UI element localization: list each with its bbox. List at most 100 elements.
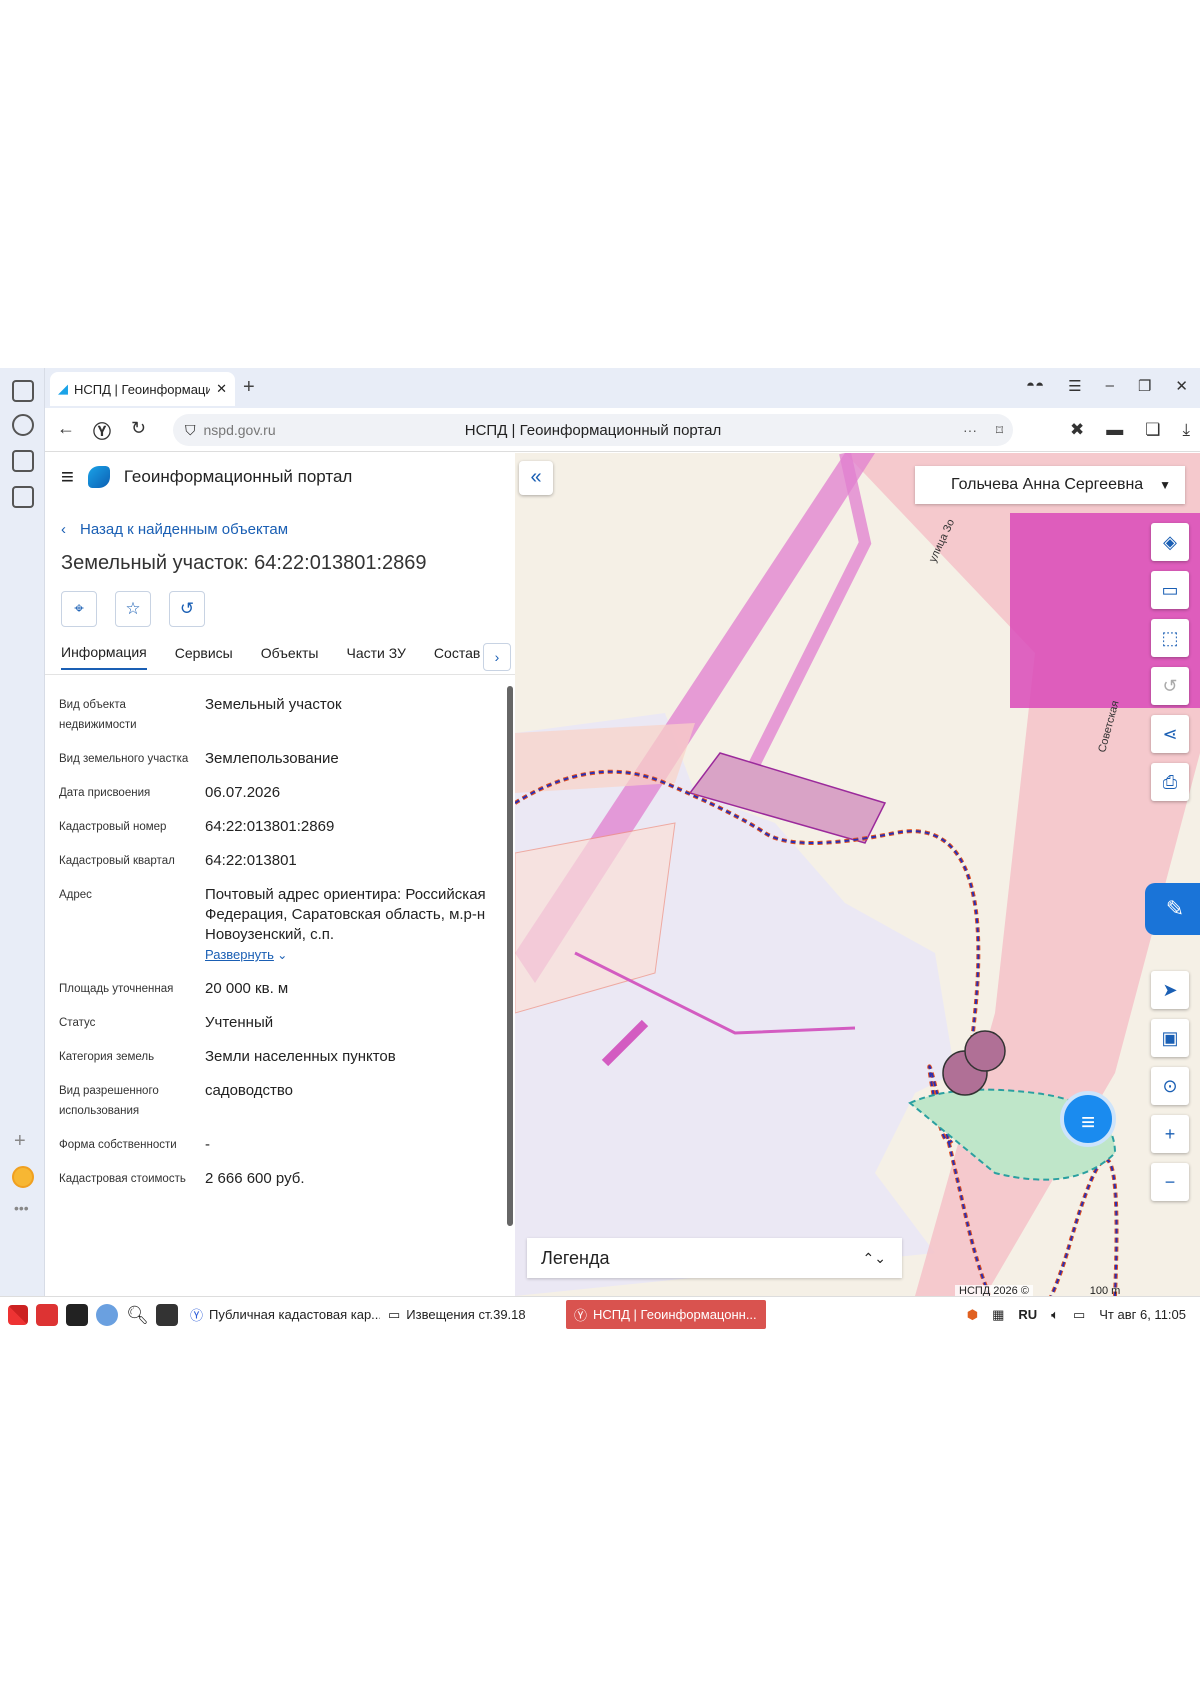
more-icon[interactable]: ···: [963, 422, 977, 438]
more-icon[interactable]: •••: [14, 1200, 29, 1216]
attribute-row: Кадастровая стоимость 2 666 600 руб.: [59, 1169, 491, 1189]
geolocation-button[interactable]: ➤: [1151, 971, 1189, 1009]
address-bar: ← Ⓨ ↻ ⛉ nspd.gov.ru НСПД | Геоинформацио…: [45, 408, 1200, 452]
history-icon: ↺: [1162, 676, 1178, 696]
minimize-icon[interactable]: –: [1106, 377, 1114, 395]
keyboard-layout[interactable]: RU: [1018, 1307, 1037, 1322]
attribute-key: Вид объекта недвижимости: [59, 699, 137, 731]
attribute-row: Категория земель Земли населенных пунктов: [59, 1047, 491, 1067]
attribute-value: -: [205, 1136, 210, 1153]
browser-tab[interactable]: ◢ НСПД | Геоинформаци ✕: [50, 372, 235, 406]
zoom-out-button[interactable]: −: [1151, 1163, 1189, 1201]
page-title: НСПД | Геоинформационный портал: [464, 421, 722, 439]
network-icon[interactable]: ▦: [992, 1307, 1004, 1323]
object-title: Земельный участок: 64:22:013801:2869: [61, 552, 427, 574]
attribute-value: 06.07.2026: [205, 784, 281, 801]
window-icon: ▭: [388, 1306, 401, 1322]
legend-dropdown[interactable]: Легенда ⌃⌄: [527, 1238, 902, 1278]
browser-icon[interactable]: [96, 1303, 118, 1326]
collections-icon[interactable]: ❏: [1145, 420, 1160, 440]
tab-composition[interactable]: Состав: [434, 645, 480, 669]
history-map-button[interactable]: ↺: [1151, 667, 1189, 705]
expand-address-link[interactable]: Развернуть: [205, 947, 274, 962]
clock[interactable]: Чт авг 6, 11:05: [1099, 1307, 1186, 1322]
chat-button[interactable]: ≡: [1060, 1091, 1116, 1147]
new-tab-button[interactable]: +: [243, 376, 255, 399]
play-icon[interactable]: [12, 414, 34, 436]
terminal-icon[interactable]: [66, 1303, 88, 1326]
panel-scrollbar[interactable]: [507, 686, 513, 1226]
layers-icon: ◈: [1163, 532, 1177, 552]
info-tabs: Информация Сервисы Объекты Части ЗУ Сост…: [45, 639, 515, 675]
close-tab-icon[interactable]: ✕: [216, 381, 227, 397]
menu-icon[interactable]: ☰: [1068, 377, 1081, 395]
tab-objects[interactable]: Объекты: [261, 645, 319, 669]
user-name: Гольчева Анна Сергеевна: [951, 476, 1144, 493]
app-icon[interactable]: [156, 1303, 178, 1326]
package-icon[interactable]: ⬢: [967, 1307, 978, 1323]
restore-icon[interactable]: ❐: [1138, 377, 1151, 395]
map-view[interactable]: улица Зо Советская « Гольчева Анна Серге…: [515, 453, 1200, 1296]
files-icon[interactable]: [36, 1303, 58, 1326]
tab-services[interactable]: Сервисы: [175, 645, 233, 669]
incognito-icon[interactable]: ◓◓: [1026, 377, 1044, 395]
search-icon[interactable]: 🔍︎: [126, 1304, 149, 1326]
hamburger-menu-icon[interactable]: ≡: [61, 464, 74, 490]
vpn-icon[interactable]: ▬: [1106, 420, 1123, 440]
start-menu-icon[interactable]: [8, 1304, 28, 1325]
volume-icon[interactable]: 🔈︎: [1051, 1307, 1059, 1323]
select-area-button[interactable]: ⬚: [1151, 619, 1189, 657]
tab-parts[interactable]: Части ЗУ: [346, 645, 405, 669]
download-icon[interactable]: ⤓: [1182, 420, 1190, 440]
ruler-button[interactable]: ▭: [1151, 571, 1189, 609]
location-search-button[interactable]: ⊙: [1151, 1067, 1189, 1105]
attribute-value: Учтенный: [205, 1014, 274, 1031]
yandex-icon[interactable]: Ⓨ: [93, 418, 111, 444]
close-window-icon[interactable]: ✕: [1175, 377, 1188, 395]
taskbar-item-label: НСПД | Геоинформацонн...: [593, 1307, 757, 1322]
user-menu[interactable]: Гольчева Анна Сергеевна ▼: [915, 466, 1185, 504]
collections-icon[interactable]: [12, 380, 34, 402]
tab-information[interactable]: Информация: [61, 644, 147, 670]
url-field[interactable]: ⛉ nspd.gov.ru НСПД | Геоинформационный п…: [173, 414, 1013, 446]
locate-on-map-button[interactable]: ⌖: [61, 591, 97, 627]
screenshot-icon[interactable]: [12, 486, 34, 508]
taskbar-item[interactable]: Ⓨ Публичная кадастовая кар...: [190, 1305, 380, 1324]
attribute-value: Почтовый адрес ориентира: Российская Фед…: [205, 886, 486, 943]
tab-counter-icon[interactable]: [12, 450, 34, 472]
share-button[interactable]: ⋖: [1151, 715, 1189, 753]
attribute-row: Вид разрешенного использования садоводств…: [59, 1081, 491, 1121]
chevron-down-icon: ▼: [1159, 478, 1171, 492]
chevron-down-icon: ⌄: [273, 948, 288, 962]
attribute-value: 20 000 кв. м: [205, 980, 289, 997]
back-to-results-link[interactable]: ‹ Назад к найденным объектам: [61, 521, 515, 538]
favorite-button[interactable]: ☆: [115, 591, 151, 627]
extension-icon[interactable]: ✖: [1070, 420, 1084, 440]
chat-icon: ≡: [1080, 1109, 1095, 1136]
taskbar-item-label: Извещения ст.39.18: [406, 1307, 526, 1322]
bookmark-icon[interactable]: ⌑: [996, 422, 1003, 439]
zoom-in-button[interactable]: +: [1151, 1115, 1189, 1153]
back-icon[interactable]: ←: [57, 418, 75, 439]
history-button[interactable]: ↺: [169, 591, 205, 627]
taskbar-item[interactable]: ▭ Извещения ст.39.18: [388, 1307, 558, 1323]
attribute-value: Землепользование: [205, 750, 339, 767]
taskbar-item-active[interactable]: Ⓨ НСПД | Геоинформацонн...: [566, 1300, 766, 1329]
print-button[interactable]: ⎙: [1151, 763, 1189, 801]
chevron-left-icon: ‹: [61, 521, 66, 538]
attribute-row: Вид земельного участка Землепользование: [59, 749, 491, 769]
yandex-browser-icon: Ⓨ: [574, 1308, 588, 1323]
attribute-value: 64:22:013801: [205, 852, 297, 869]
layers-button[interactable]: ◈: [1151, 523, 1189, 561]
share-icon: ⋖: [1162, 724, 1178, 744]
tabs-scroll-right-icon[interactable]: ›: [483, 643, 511, 671]
add-icon[interactable]: +: [14, 1130, 26, 1153]
taskbar-item-label: Публичная кадастовая кар...: [209, 1307, 380, 1322]
attribute-key: Кадастровая стоимость: [59, 1173, 186, 1185]
reload-icon[interactable]: ↻: [131, 418, 146, 439]
mail-icon[interactable]: [12, 1166, 34, 1188]
feedback-button[interactable]: ✎: [1145, 883, 1200, 935]
collapse-panel-button[interactable]: «: [519, 461, 553, 495]
display-icon[interactable]: ▭: [1073, 1307, 1085, 1323]
minimap-button[interactable]: ▣: [1151, 1019, 1189, 1057]
